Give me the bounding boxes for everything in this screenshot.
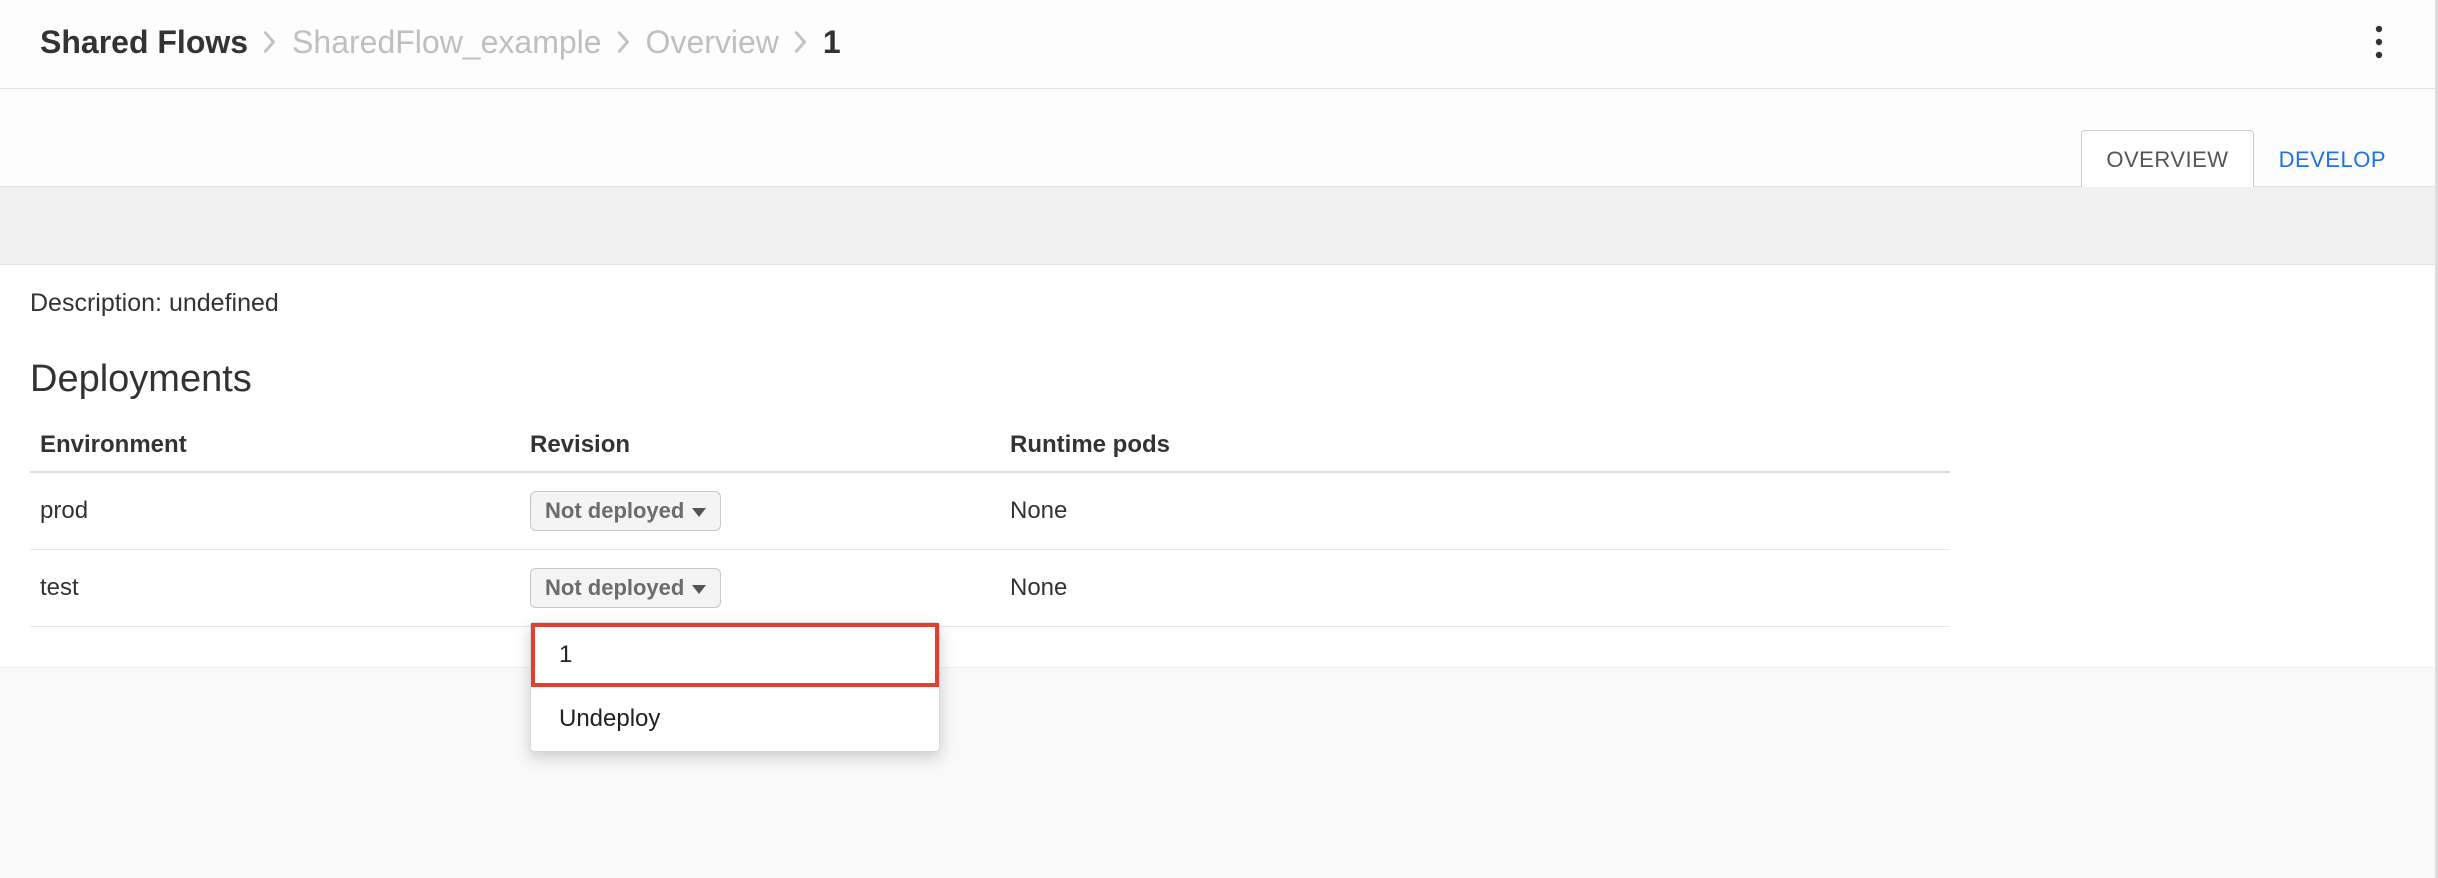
- col-header-environment: Environment: [30, 419, 520, 472]
- deployments-table: Environment Revision Runtime pods prod N…: [30, 419, 1950, 627]
- description-line: Description: undefined: [30, 289, 2405, 318]
- breadcrumb-item-sharedflow[interactable]: SharedFlow_example: [292, 24, 602, 61]
- env-cell: test: [30, 550, 520, 627]
- revision-cell: Not deployed 1 Undeploy: [520, 550, 1000, 627]
- revision-dropdown-label: Not deployed: [545, 577, 684, 599]
- revision-dropdown-button[interactable]: Not deployed: [530, 491, 721, 531]
- col-header-revision: Revision: [520, 419, 1000, 472]
- revision-dropdown-button[interactable]: Not deployed: [530, 568, 721, 608]
- runtime-pods-cell: None: [1000, 472, 1950, 550]
- description-prefix: Description:: [30, 289, 169, 317]
- caret-down-icon: [692, 585, 706, 594]
- breadcrumb: Shared Flows SharedFlow_example Overview…: [40, 24, 841, 61]
- table-header-row: Environment Revision Runtime pods: [30, 419, 1950, 472]
- tab-overview[interactable]: OVERVIEW: [2081, 130, 2253, 187]
- table-row: prod Not deployed None: [30, 472, 1950, 550]
- breadcrumb-item-overview[interactable]: Overview: [646, 24, 779, 61]
- more-actions-button[interactable]: [2363, 22, 2395, 62]
- dropdown-item-revision-1[interactable]: 1: [531, 623, 939, 687]
- header-row: Shared Flows SharedFlow_example Overview…: [0, 0, 2435, 89]
- env-cell: prod: [30, 472, 520, 550]
- deployments-heading: Deployments: [30, 358, 2405, 401]
- dropdown-item-undeploy[interactable]: Undeploy: [531, 687, 939, 751]
- page-root: Shared Flows SharedFlow_example Overview…: [0, 0, 2438, 878]
- chevron-right-icon: [262, 28, 278, 56]
- revision-dropdown-label: Not deployed: [545, 500, 684, 522]
- revision-cell: Not deployed: [520, 472, 1000, 550]
- breadcrumb-current: 1: [823, 24, 841, 61]
- toolbar-band: [0, 187, 2435, 265]
- revision-dropdown-menu: 1 Undeploy: [530, 622, 940, 752]
- kebab-icon: [2375, 25, 2383, 59]
- chevron-right-icon: [616, 28, 632, 56]
- overview-content: Description: undefined Deployments Envir…: [0, 265, 2435, 668]
- tab-develop[interactable]: DEVELOP: [2254, 130, 2411, 187]
- caret-down-icon: [692, 508, 706, 517]
- col-header-runtime-pods: Runtime pods: [1000, 419, 1950, 472]
- table-row: test Not deployed 1 Undeploy: [30, 550, 1950, 627]
- chevron-right-icon: [793, 28, 809, 56]
- description-value: undefined: [169, 289, 279, 317]
- breadcrumb-root[interactable]: Shared Flows: [40, 24, 248, 61]
- tab-strip: OVERVIEW DEVELOP: [0, 89, 2435, 187]
- runtime-pods-cell: None: [1000, 550, 1950, 627]
